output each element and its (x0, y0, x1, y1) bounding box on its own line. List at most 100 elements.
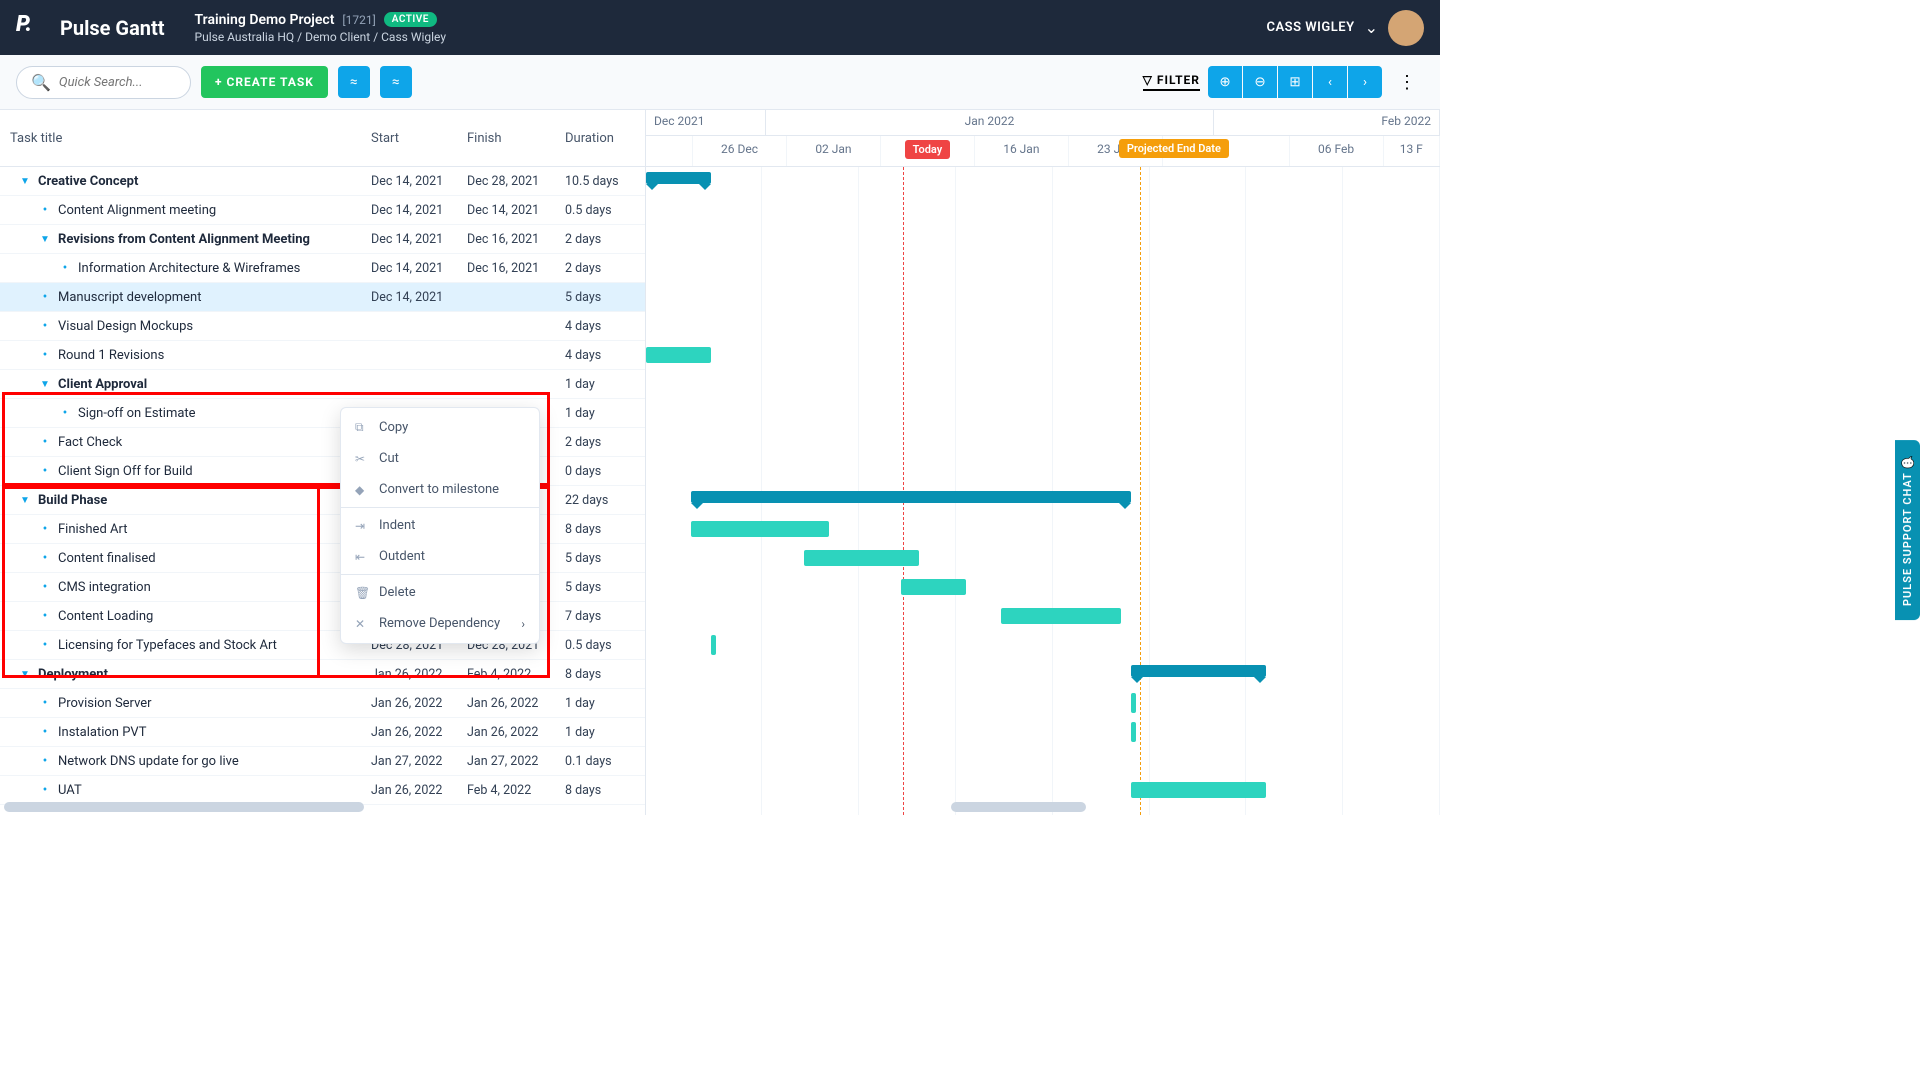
gantt-row[interactable] (646, 225, 1440, 254)
col-finish[interactable]: Finish (467, 131, 565, 146)
gantt-row[interactable] (646, 167, 1440, 196)
task-name: Instalation PVT (58, 725, 146, 740)
create-task-button[interactable]: + CREATE TASK (201, 66, 328, 98)
breadcrumb[interactable]: Pulse Australia HQ / Demo Client / Cass … (195, 30, 1267, 44)
task-row[interactable]: •Information Architecture & WireframesDe… (0, 254, 645, 283)
support-chat-tab[interactable]: PULSE SUPPORT CHAT 💬 (1895, 440, 1920, 620)
chevron-down-icon[interactable]: ▼ (18, 495, 32, 506)
zoom-out-button[interactable]: ⊖ (1243, 66, 1277, 98)
gantt-row[interactable] (646, 631, 1440, 660)
task-row[interactable]: •Finished Art8 days (0, 515, 645, 544)
gantt-row[interactable] (646, 515, 1440, 544)
user-menu[interactable]: CASS WIGLEY ⌄ (1266, 10, 1424, 46)
gantt-bar[interactable] (1131, 665, 1266, 677)
task-row[interactable]: •Content finalisedJan 3, 2022Jan 7, 2022… (0, 544, 645, 573)
gantt-panel: Dec 2021 Jan 2022 Feb 2022 26 Dec 02 Jan… (646, 110, 1440, 815)
next-button[interactable]: › (1348, 66, 1382, 98)
gantt-row[interactable] (646, 544, 1440, 573)
gantt-bar[interactable] (901, 579, 966, 595)
gantt-bar[interactable] (646, 347, 711, 363)
task-row[interactable]: ▼Creative ConceptDec 14, 2021Dec 28, 202… (0, 167, 645, 196)
avatar[interactable] (1388, 10, 1424, 46)
ctx-outdent[interactable]: ⇤Outdent (341, 541, 539, 572)
search-input[interactable] (59, 75, 179, 90)
logo-icon: P. (16, 12, 48, 44)
gantt-row[interactable] (646, 573, 1440, 602)
gantt-row[interactable] (646, 747, 1440, 776)
task-row[interactable]: •Licensing for Typefaces and Stock ArtDe… (0, 631, 645, 660)
zoom-in-button[interactable]: ⊕ (1208, 66, 1242, 98)
gantt-row[interactable] (646, 602, 1440, 631)
col-duration[interactable]: Duration (565, 131, 645, 146)
zoom-controls: ⊕ ⊖ ⊞ ‹ › (1208, 66, 1382, 98)
task-row[interactable]: •Content Alignment meetingDec 14, 2021De… (0, 196, 645, 225)
gantt-row[interactable] (646, 660, 1440, 689)
gantt-bar[interactable] (646, 172, 711, 184)
col-start[interactable]: Start (371, 131, 467, 146)
task-row[interactable]: •Manuscript developmentDec 14, 20215 day… (0, 283, 645, 312)
scrollbar-h[interactable] (951, 802, 1086, 812)
chevron-down-icon[interactable]: ▼ (38, 234, 52, 245)
ctx-indent[interactable]: ⇥Indent (341, 510, 539, 541)
prev-button[interactable]: ‹ (1313, 66, 1347, 98)
gantt-row[interactable] (646, 457, 1440, 486)
gantt-row[interactable] (646, 486, 1440, 515)
task-row[interactable]: •Sign-off on Estimate1 day (0, 399, 645, 428)
chevron-down-icon[interactable]: ▼ (18, 176, 32, 187)
ctx-remove-dep[interactable]: ✕Remove Dependency› (341, 608, 539, 639)
gantt-bar[interactable] (1131, 722, 1136, 742)
fit-button[interactable]: ⊞ (1278, 66, 1312, 98)
task-row[interactable]: •Client Sign Off for Build0 days (0, 457, 645, 486)
task-row[interactable]: •Instalation PVTJan 26, 2022Jan 26, 2022… (0, 718, 645, 747)
gantt-bar[interactable] (691, 491, 1131, 503)
expand-down-button[interactable]: ≈ (338, 66, 370, 98)
more-menu-button[interactable]: ⋮ (1390, 68, 1424, 97)
gantt-row[interactable] (646, 341, 1440, 370)
gantt-row[interactable] (646, 776, 1440, 805)
gantt-row[interactable] (646, 196, 1440, 225)
ctx-milestone[interactable]: ◆Convert to milestone (341, 474, 539, 505)
search-box[interactable]: 🔍 (16, 66, 191, 99)
task-row[interactable]: ▼Client Approval1 day (0, 370, 645, 399)
scrollbar-h[interactable] (4, 802, 364, 812)
ctx-copy[interactable]: ⧉Copy (341, 412, 539, 443)
ctx-cut[interactable]: ✂Cut (341, 443, 539, 474)
task-row[interactable]: •Provision ServerJan 26, 2022Jan 26, 202… (0, 689, 645, 718)
gantt-body[interactable] (646, 167, 1440, 815)
gantt-row[interactable] (646, 718, 1440, 747)
cut-icon: ✂ (355, 452, 369, 466)
gantt-row[interactable] (646, 283, 1440, 312)
task-row[interactable]: ▼Build Phase22 days (0, 486, 645, 515)
gantt-row[interactable] (646, 399, 1440, 428)
task-row[interactable]: •Network DNS update for go liveJan 27, 2… (0, 747, 645, 776)
task-list[interactable]: ▼Creative ConceptDec 14, 2021Dec 28, 202… (0, 167, 645, 815)
task-row[interactable]: ▼DeploymentJan 26, 2022Feb 4, 20228 days (0, 660, 645, 689)
gantt-row[interactable] (646, 689, 1440, 718)
gantt-bar[interactable] (1131, 693, 1136, 713)
filter-button[interactable]: ▽ FILTER (1143, 73, 1200, 91)
gantt-bar[interactable] (711, 635, 716, 655)
task-name: Sign-off on Estimate (78, 406, 196, 421)
chevron-down-icon[interactable]: ▼ (38, 379, 52, 390)
gantt-row[interactable] (646, 370, 1440, 399)
task-row[interactable]: •UATJan 26, 2022Feb 4, 20228 days (0, 776, 645, 805)
gantt-bar[interactable] (1131, 782, 1266, 798)
task-duration: 10.5 days (565, 174, 645, 189)
gantt-row[interactable] (646, 254, 1440, 283)
task-row[interactable]: •Visual Design Mockups4 days (0, 312, 645, 341)
task-row[interactable]: ▼Revisions from Content Alignment Meetin… (0, 225, 645, 254)
task-row[interactable]: •Content LoadingJan 17, 2022Jan 25, 2022… (0, 602, 645, 631)
logo[interactable]: P. Pulse Gantt (16, 12, 165, 44)
gantt-bar[interactable] (691, 521, 829, 537)
task-row[interactable]: •Round 1 Revisions4 days (0, 341, 645, 370)
chevron-down-icon[interactable]: ▼ (18, 669, 32, 680)
task-row[interactable]: •Fact Check2 days (0, 428, 645, 457)
gantt-bar[interactable] (1001, 608, 1121, 624)
gantt-row[interactable] (646, 312, 1440, 341)
collapse-up-button[interactable]: ≈ (380, 66, 412, 98)
gantt-bar[interactable] (804, 550, 919, 566)
task-row[interactable]: •CMS integrationJan 10, 2022Jan 14, 2022… (0, 573, 645, 602)
ctx-delete[interactable]: 🗑Delete (341, 577, 539, 608)
col-title[interactable]: Task title (0, 131, 371, 146)
gantt-row[interactable] (646, 428, 1440, 457)
